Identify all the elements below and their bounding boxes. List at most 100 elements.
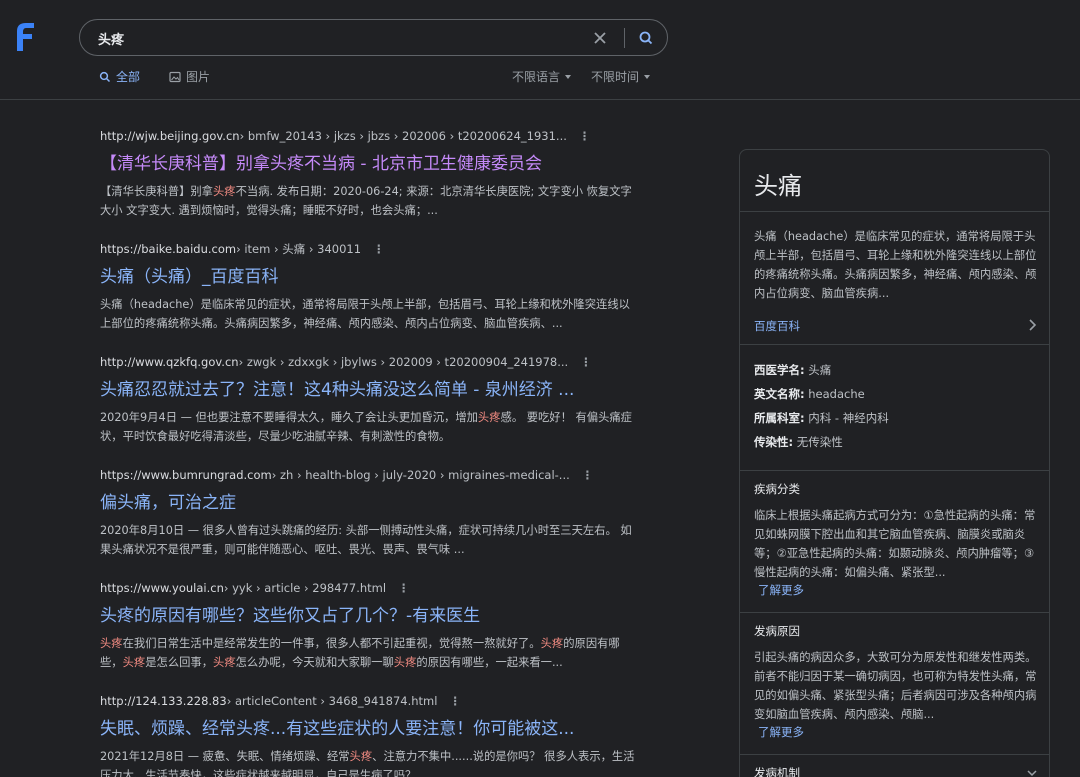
- language-filter[interactable]: 不限语言: [512, 68, 572, 85]
- tab-label: 图片: [186, 70, 211, 84]
- fact-row: 西医学名: 头痛: [754, 362, 1038, 386]
- result-path: › zh › health-blog › july-2020 › migrain…: [271, 468, 570, 482]
- snippet-text: 2021年12月8日 — 疲惫、失眠、情绪烦躁、经常: [100, 750, 350, 763]
- learn-more-link[interactable]: 了解更多: [758, 724, 804, 740]
- top-bar: 全部 图片 不限语言 不限时间: [0, 0, 1080, 100]
- highlighted-term: 头疼: [212, 185, 236, 198]
- more-options-icon[interactable]: ⋮: [449, 694, 461, 708]
- result-url[interactable]: http://124.133.228.83 › articleContent ›…: [100, 693, 640, 709]
- filter-label: 不限时间: [591, 70, 640, 84]
- result-snippet: 头疼在我们日常生活中是经常发生的一件事，很多人都不引起重视，觉得熬一熬就好了。头…: [100, 634, 640, 672]
- section-body-causes: 引起头痛的病因众多，大致可分为原发性和继发性两类。前者不能归因于某一确切病因，也…: [754, 651, 1037, 721]
- fact-row: 传染性: 无传染性: [754, 434, 1038, 458]
- result-host: http://124.133.228.83: [100, 694, 227, 708]
- chevron-down-icon[interactable]: [1026, 768, 1038, 777]
- result-title[interactable]: 头痛忍忍就过去了？注意！这4种头痛没这么简单 - 泉州经济 ...: [100, 379, 640, 401]
- caret-down-icon: [644, 74, 651, 79]
- result-title[interactable]: 头痛（头痛）_百度百科: [100, 266, 640, 288]
- snippet-text: 头痛（headache）是临床常见的症状，通常将局限于头颅上半部，包括眉弓、耳轮…: [100, 298, 630, 330]
- time-filter[interactable]: 不限时间: [591, 68, 651, 85]
- tab-images[interactable]: 图片: [169, 68, 210, 85]
- result-path: › bmfw_20143 › jkzs › jbzs › 202006 › t2…: [239, 129, 567, 143]
- section-title-classification: 疾病分类: [754, 482, 800, 496]
- highlighted-term: 头疼: [477, 411, 501, 424]
- fact-key: 所属科室:: [754, 411, 805, 425]
- panel-title: 头痛: [754, 172, 802, 200]
- section-body-classification: 临床上根据头痛起病方式可分为：①急性起病的头痛：常见如蛛网膜下腔出血和其它脑血管…: [754, 509, 1036, 579]
- result-url[interactable]: http://www.qzkfq.gov.cn › zwgk › zdxxgk …: [100, 354, 640, 370]
- tab-all[interactable]: 全部: [99, 68, 140, 85]
- tab-label: 全部: [116, 70, 141, 84]
- panel-description: 头痛（headache）是临床常见的症状，通常将局限于头颅上半部，包括眉弓、耳轮…: [754, 230, 1037, 300]
- search-result: https://baike.baidu.com › item › 头痛 › 34…: [100, 241, 640, 333]
- section-title-mechanism[interactable]: 发病机制: [754, 765, 800, 777]
- result-path: › yyk › article › 298477.html: [223, 581, 387, 595]
- fact-row: 所属科室: 内科 - 神经内科: [754, 410, 1038, 434]
- search-icon[interactable]: [637, 29, 655, 47]
- knowledge-panel: 头痛 头痛（headache）是临床常见的症状，通常将局限于头颅上半部，包括眉弓…: [739, 149, 1050, 777]
- result-url[interactable]: https://www.bumrungrad.com › zh › health…: [100, 467, 640, 483]
- divider: [740, 211, 1049, 212]
- divider: [740, 344, 1049, 345]
- result-title[interactable]: 失眠、烦躁、经常头疼...有这些症状的人要注意！你可能被这...: [100, 718, 640, 740]
- snippet-text: 在我们日常生活中是经常发生的一件事，很多人都不引起重视，觉得熬一熬就好了。: [122, 637, 541, 650]
- result-snippet: 【清华长庚科普】别拿头疼不当病. 发布日期：2020-06-24; 来源：北京清…: [100, 182, 640, 220]
- fact-key: 西医学名:: [754, 363, 805, 377]
- fact-key: 传染性:: [754, 435, 794, 449]
- fact-row: 英文名称: headache: [754, 386, 1038, 410]
- snippet-text: 2020年9月4日 — 但也要注意不要睡得太久，睡久了会让头更加昏沉，增加: [100, 411, 478, 424]
- more-options-icon[interactable]: ⋮: [582, 468, 594, 482]
- fact-value: headache: [808, 387, 865, 401]
- fact-value: 头痛: [808, 363, 832, 377]
- filter-label: 不限语言: [512, 70, 561, 84]
- result-title[interactable]: 头疼的原因有哪些？这些你又占了几个？-有来医生: [100, 605, 640, 627]
- result-host: http://www.qzkfq.gov.cn: [100, 355, 239, 369]
- search-result: https://www.bumrungrad.com › zh › health…: [100, 467, 640, 559]
- divider: [740, 470, 1049, 471]
- result-title[interactable]: 【清华长庚科普】别拿头疼不当病 - 北京市卫生健康委员会: [100, 153, 640, 175]
- more-options-icon[interactable]: ⋮: [373, 242, 385, 256]
- learn-more-link[interactable]: 了解更多: [758, 582, 804, 598]
- snippet-text: 怎么办呢，今天就和大家聊一聊: [235, 656, 394, 669]
- result-url[interactable]: http://wjw.beijing.gov.cn › bmfw_20143 ›…: [100, 128, 640, 144]
- result-snippet: 2021年12月8日 — 疲惫、失眠、情绪烦躁、经常头疼、注意力不集中.....…: [100, 747, 640, 777]
- result-snippet: 2020年8月10日 — 很多人曾有过头跳痛的经历: 头部一侧搏动性头痛，症状可…: [100, 521, 640, 559]
- result-host: http://wjw.beijing.gov.cn: [100, 129, 240, 143]
- clear-icon[interactable]: [591, 29, 609, 47]
- result-host: https://www.youlai.cn: [100, 581, 224, 595]
- result-snippet: 头痛（headache）是临床常见的症状，通常将局限于头颅上半部，包括眉弓、耳轮…: [100, 295, 640, 333]
- more-options-icon[interactable]: ⋮: [398, 581, 410, 595]
- fact-value: 无传染性: [796, 435, 843, 449]
- result-url[interactable]: https://baike.baidu.com › item › 头痛 › 34…: [100, 241, 640, 257]
- logo-icon[interactable]: [12, 18, 38, 58]
- source-link[interactable]: 百度百科: [754, 318, 800, 334]
- snippet-text: 是怎么回事，: [145, 656, 214, 669]
- caret-down-icon: [565, 74, 572, 79]
- chevron-right-icon[interactable]: [1026, 318, 1038, 332]
- fact-value: 内科 - 神经内科: [808, 411, 889, 425]
- search-icon: [99, 71, 111, 82]
- result-snippet: 2020年9月4日 — 但也要注意不要睡得太久，睡久了会让头更加昏沉，增加头疼感…: [100, 408, 640, 446]
- result-path: › articleContent › 3468_941874.html: [226, 694, 438, 708]
- more-options-icon[interactable]: ⋮: [579, 129, 591, 143]
- search-result: http://www.qzkfq.gov.cn › zwgk › zdxxgk …: [100, 354, 640, 446]
- snippet-text: 2020年8月10日 — 很多人曾有过头跳痛的经历: 头部一侧搏动性头痛，症状可…: [100, 524, 632, 556]
- result-url[interactable]: https://www.youlai.cn › yyk › article › …: [100, 580, 640, 596]
- highlighted-term: 头疼: [540, 637, 564, 650]
- result-title[interactable]: 偏头痛，可治之症: [100, 492, 640, 514]
- fact-key: 英文名称:: [754, 387, 805, 401]
- fact-list: 西医学名: 头痛 英文名称: headache 所属科室: 内科 - 神经内科 …: [754, 362, 1038, 458]
- search-result: http://wjw.beijing.gov.cn › bmfw_20143 ›…: [100, 128, 640, 220]
- search-result: http://124.133.228.83 › articleContent ›…: [100, 693, 640, 777]
- result-path: › item › 头痛 › 340011: [236, 242, 362, 256]
- section-title-causes: 发病原因: [754, 624, 800, 638]
- highlighted-term: 头疼: [100, 637, 123, 650]
- highlighted-term: 头疼: [393, 656, 417, 669]
- result-host: https://www.bumrungrad.com: [100, 468, 272, 482]
- search-divider: [624, 28, 625, 48]
- search-box: [79, 19, 668, 56]
- divider: [740, 754, 1049, 755]
- highlighted-term: 头疼: [213, 656, 236, 669]
- more-options-icon[interactable]: ⋮: [580, 355, 592, 369]
- search-input[interactable]: [98, 28, 578, 48]
